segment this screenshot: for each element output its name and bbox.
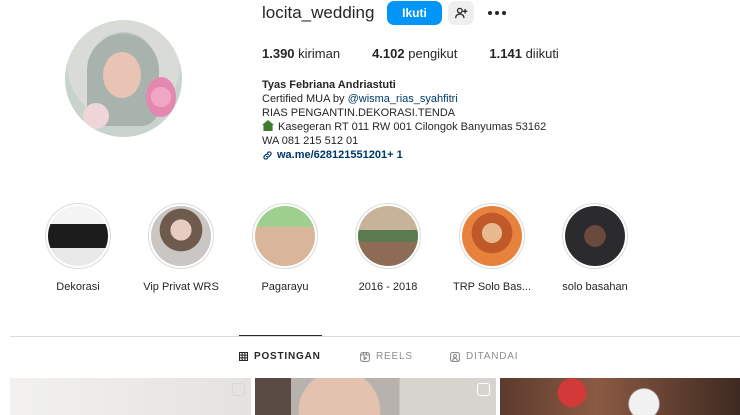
- profile-stats: 1.390 kiriman 4.102 pengikut 1.141 diiku…: [262, 46, 591, 61]
- highlight-item[interactable]: Vip Privat WRS: [141, 203, 221, 293]
- posts-count: 1.390 kiriman: [262, 46, 341, 61]
- post-thumbnail[interactable]: [10, 378, 251, 415]
- bio-address-line: Kasegeran RT 011 RW 001 Cilongok Banyuma…: [262, 120, 546, 134]
- avatar-flowers: [146, 77, 176, 117]
- reels-icon: [360, 351, 370, 362]
- highlight-item[interactable]: Pagarayu: [245, 203, 325, 293]
- bio-mention-link[interactable]: @wisma_rias_syahfitri: [348, 93, 458, 105]
- follow-button[interactable]: Ikuti: [387, 1, 442, 25]
- avatar-flowers-small: [83, 103, 109, 129]
- tabs-divider: [10, 336, 740, 337]
- more-options-button[interactable]: [484, 2, 510, 24]
- bio-services-line: RIAS PENGANTIN.DEKORASI.TENDA: [262, 107, 456, 119]
- post-thumbnail[interactable]: [500, 378, 740, 415]
- post-thumbnail[interactable]: [255, 378, 496, 415]
- reel-indicator-icon: [477, 383, 490, 396]
- house-icon: [262, 120, 274, 131]
- highlight-thumbnail: [358, 206, 418, 266]
- highlight-thumbnail: [48, 206, 108, 266]
- highlight-label: Vip Privat WRS: [143, 281, 219, 293]
- highlight-label: Pagarayu: [261, 281, 309, 293]
- highlight-thumbnail: [565, 206, 625, 266]
- highlight-thumbnail: [151, 206, 211, 266]
- add-user-icon: [455, 7, 468, 19]
- tagged-icon: [450, 351, 460, 362]
- highlight-item[interactable]: TRP Solo Bas...: [452, 203, 532, 293]
- tab-posts[interactable]: POSTINGAN: [239, 351, 321, 362]
- avatar-face: [103, 52, 141, 98]
- active-tab-indicator: [239, 335, 322, 336]
- followers-count[interactable]: 4.102 pengikut: [372, 46, 457, 61]
- reel-indicator-icon: [232, 383, 245, 396]
- profile-avatar[interactable]: [65, 20, 182, 137]
- highlight-item[interactable]: solo basahan: [555, 203, 635, 293]
- highlight-thumbnail: [462, 206, 522, 266]
- tab-reels[interactable]: REELS: [360, 351, 413, 362]
- bio-phone-line: WA 081 215 512 01: [262, 135, 359, 147]
- highlight-thumbnail: [255, 206, 315, 266]
- highlight-item[interactable]: 2016 - 2018: [348, 203, 428, 293]
- more-icon: [488, 11, 506, 15]
- following-count[interactable]: 1.141 diikuti: [489, 46, 558, 61]
- profile-full-name: Tyas Febriana Andriastuti: [262, 79, 396, 91]
- highlight-label: 2016 - 2018: [358, 281, 418, 293]
- profile-username: locita_wedding: [262, 3, 375, 22]
- highlight-label: TRP Solo Bas...: [452, 281, 532, 293]
- bio-external-link[interactable]: wa.me/628121551201 + 1: [262, 148, 546, 162]
- profile-bio: Tyas Febriana Andriastuti Certified MUA …: [262, 78, 546, 162]
- grid-icon: [239, 352, 248, 361]
- tab-tagged[interactable]: DITANDAI: [450, 351, 518, 362]
- bio-certified-line: Certified MUA by @wisma_rias_syahfitri: [262, 93, 458, 105]
- highlight-label: Dekorasi: [56, 281, 100, 293]
- highlight-item[interactable]: Dekorasi: [38, 203, 118, 293]
- suggest-user-button[interactable]: [448, 1, 474, 25]
- story-highlights: Dekorasi Vip Privat WRS Pagarayu 2016 - …: [40, 203, 660, 298]
- highlight-label: solo basahan: [562, 281, 628, 293]
- link-icon: [263, 150, 272, 160]
